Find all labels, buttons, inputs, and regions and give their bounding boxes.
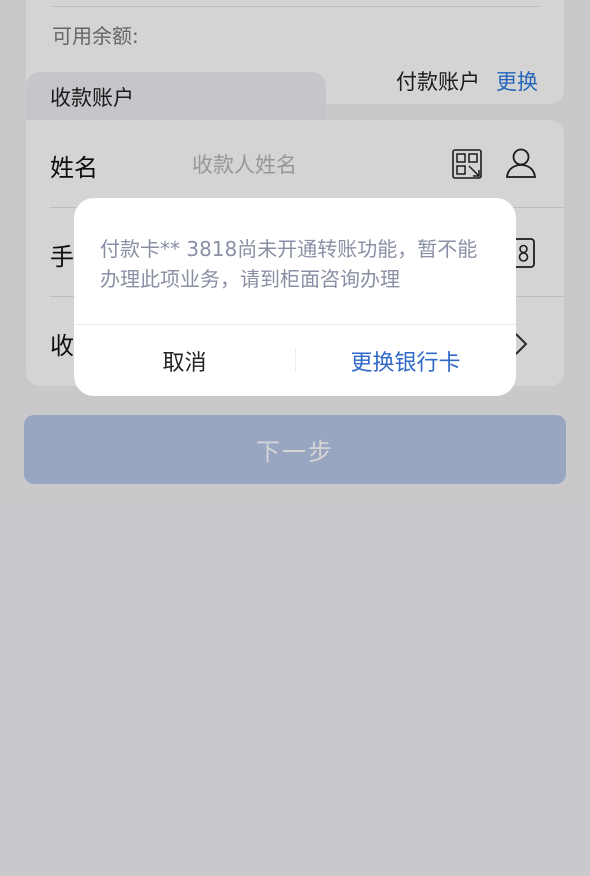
transfer-page: 可用余额: 收款账户 付款账户 更换 姓名 手 — [0, 0, 590, 876]
alert-dialog: 付款卡** 3818尚未开通转账功能，暂不能办理此项业务，请到柜面咨询办理 取消… — [74, 198, 516, 396]
cancel-button[interactable]: 取消 — [74, 325, 295, 396]
dialog-message: 付款卡** 3818尚未开通转账功能，暂不能办理此项业务，请到柜面咨询办理 — [100, 237, 478, 291]
change-bank-card-button[interactable]: 更换银行卡 — [295, 325, 516, 396]
modal-overlay — [0, 0, 590, 876]
